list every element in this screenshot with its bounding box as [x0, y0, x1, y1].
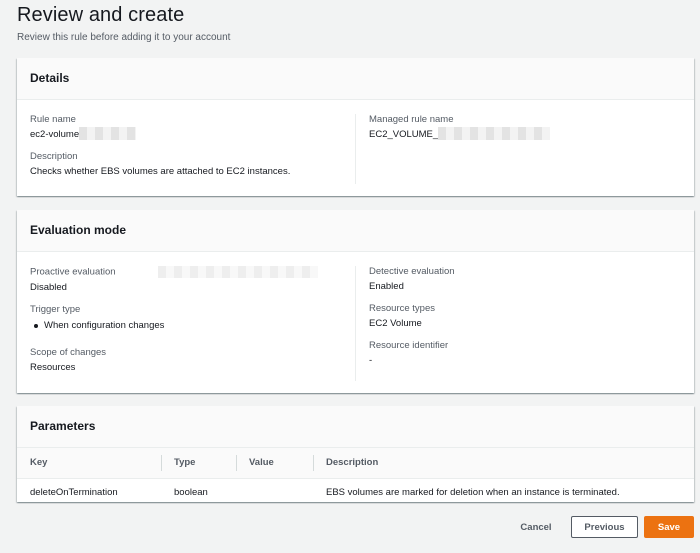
description-value: Checks whether EBS volumes are attached …	[30, 166, 291, 178]
column-divider	[236, 455, 237, 471]
proactive-value: Disabled	[30, 282, 67, 293]
evaluation-header: Evaluation mode	[17, 210, 694, 252]
resource-types-field: Resource types EC2 Volume	[369, 303, 685, 329]
resource-id-field: Resource identifier -	[369, 340, 685, 366]
column-header-type[interactable]: Type	[161, 448, 236, 479]
column-header-key[interactable]: Key	[17, 448, 161, 479]
managed-rule-label: Managed rule name	[369, 114, 454, 125]
param-type-cell: boolean	[174, 486, 208, 498]
scope-value: Resources	[30, 362, 76, 373]
parameters-header: Parameters	[17, 406, 694, 448]
resource-id-label: Resource identifier	[369, 340, 449, 351]
cancel-button[interactable]: Cancel	[513, 516, 559, 538]
param-value-cell[interactable]	[236, 478, 313, 506]
evaluation-right-column: Detective evaluation Enabled Resource ty…	[355, 266, 685, 381]
redacted-block	[157, 266, 318, 278]
column-header-description[interactable]: Description	[313, 448, 694, 479]
detective-value: Enabled	[369, 281, 404, 292]
details-header: Details	[17, 58, 694, 100]
description-field: Description Checks whether EBS volumes a…	[30, 151, 350, 177]
parameters-table: Key Type Value Description deleteOnTermi…	[17, 448, 694, 506]
scope-field: Scope of changes Resources	[30, 347, 350, 373]
previous-button[interactable]: Previous	[571, 516, 638, 538]
scope-label: Scope of changes	[30, 347, 107, 358]
evaluation-panel: Evaluation mode Proactive evaluation Dis…	[17, 210, 694, 393]
trigger-list: When configuration changes	[30, 320, 350, 331]
column-header-value[interactable]: Value	[236, 448, 313, 479]
evaluation-body: Proactive evaluation Disabled Trigger ty…	[17, 252, 694, 393]
redacted-block	[438, 127, 551, 140]
proactive-field: Proactive evaluation Disabled	[30, 266, 350, 293]
details-panel: Details Rule name ec2-volume Description…	[17, 58, 694, 196]
column-divider	[313, 455, 314, 471]
parameters-panel: Parameters Key Type Value Description de…	[17, 406, 694, 502]
trigger-label: Trigger type	[30, 304, 81, 315]
managed-rule-field: Managed rule name EC2_VOLUME_	[369, 114, 685, 140]
page-subtitle: Review this rule before adding it to you…	[17, 32, 231, 43]
details-body: Rule name ec2-volume Description Checks …	[17, 100, 694, 196]
param-description-cell: EBS volumes are marked for deletion when…	[326, 486, 620, 498]
column-divider	[161, 455, 162, 471]
trigger-item: When configuration changes	[30, 320, 350, 331]
redacted-block	[79, 127, 137, 140]
rule-name-field: Rule name ec2-volume	[30, 114, 350, 140]
page-title: Review and create	[17, 4, 185, 26]
rule-name-value: ec2-volume	[30, 127, 350, 140]
proactive-label: Proactive evaluation	[30, 266, 350, 278]
details-right-column: Managed rule name EC2_VOLUME_	[355, 114, 685, 184]
resource-types-label: Resource types	[369, 303, 436, 314]
resource-id-value: -	[369, 355, 373, 366]
rule-name-label: Rule name	[30, 114, 76, 125]
trigger-field: Trigger type When configuration changes	[30, 304, 350, 331]
table-row: deleteOnTermination boolean EBS volumes …	[17, 478, 694, 506]
resource-types-value: EC2 Volume	[369, 318, 422, 329]
details-left-column: Rule name ec2-volume Description Checks …	[30, 114, 350, 188]
managed-rule-value: EC2_VOLUME_	[369, 127, 685, 140]
table-header-row: Key Type Value Description	[17, 448, 694, 479]
evaluation-left-column: Proactive evaluation Disabled Trigger ty…	[30, 266, 350, 384]
param-key-cell: deleteOnTermination	[30, 486, 118, 498]
detective-field: Detective evaluation Enabled	[369, 266, 685, 292]
save-button[interactable]: Save	[644, 516, 694, 538]
description-label: Description	[30, 151, 78, 163]
detective-label: Detective evaluation	[369, 266, 455, 277]
